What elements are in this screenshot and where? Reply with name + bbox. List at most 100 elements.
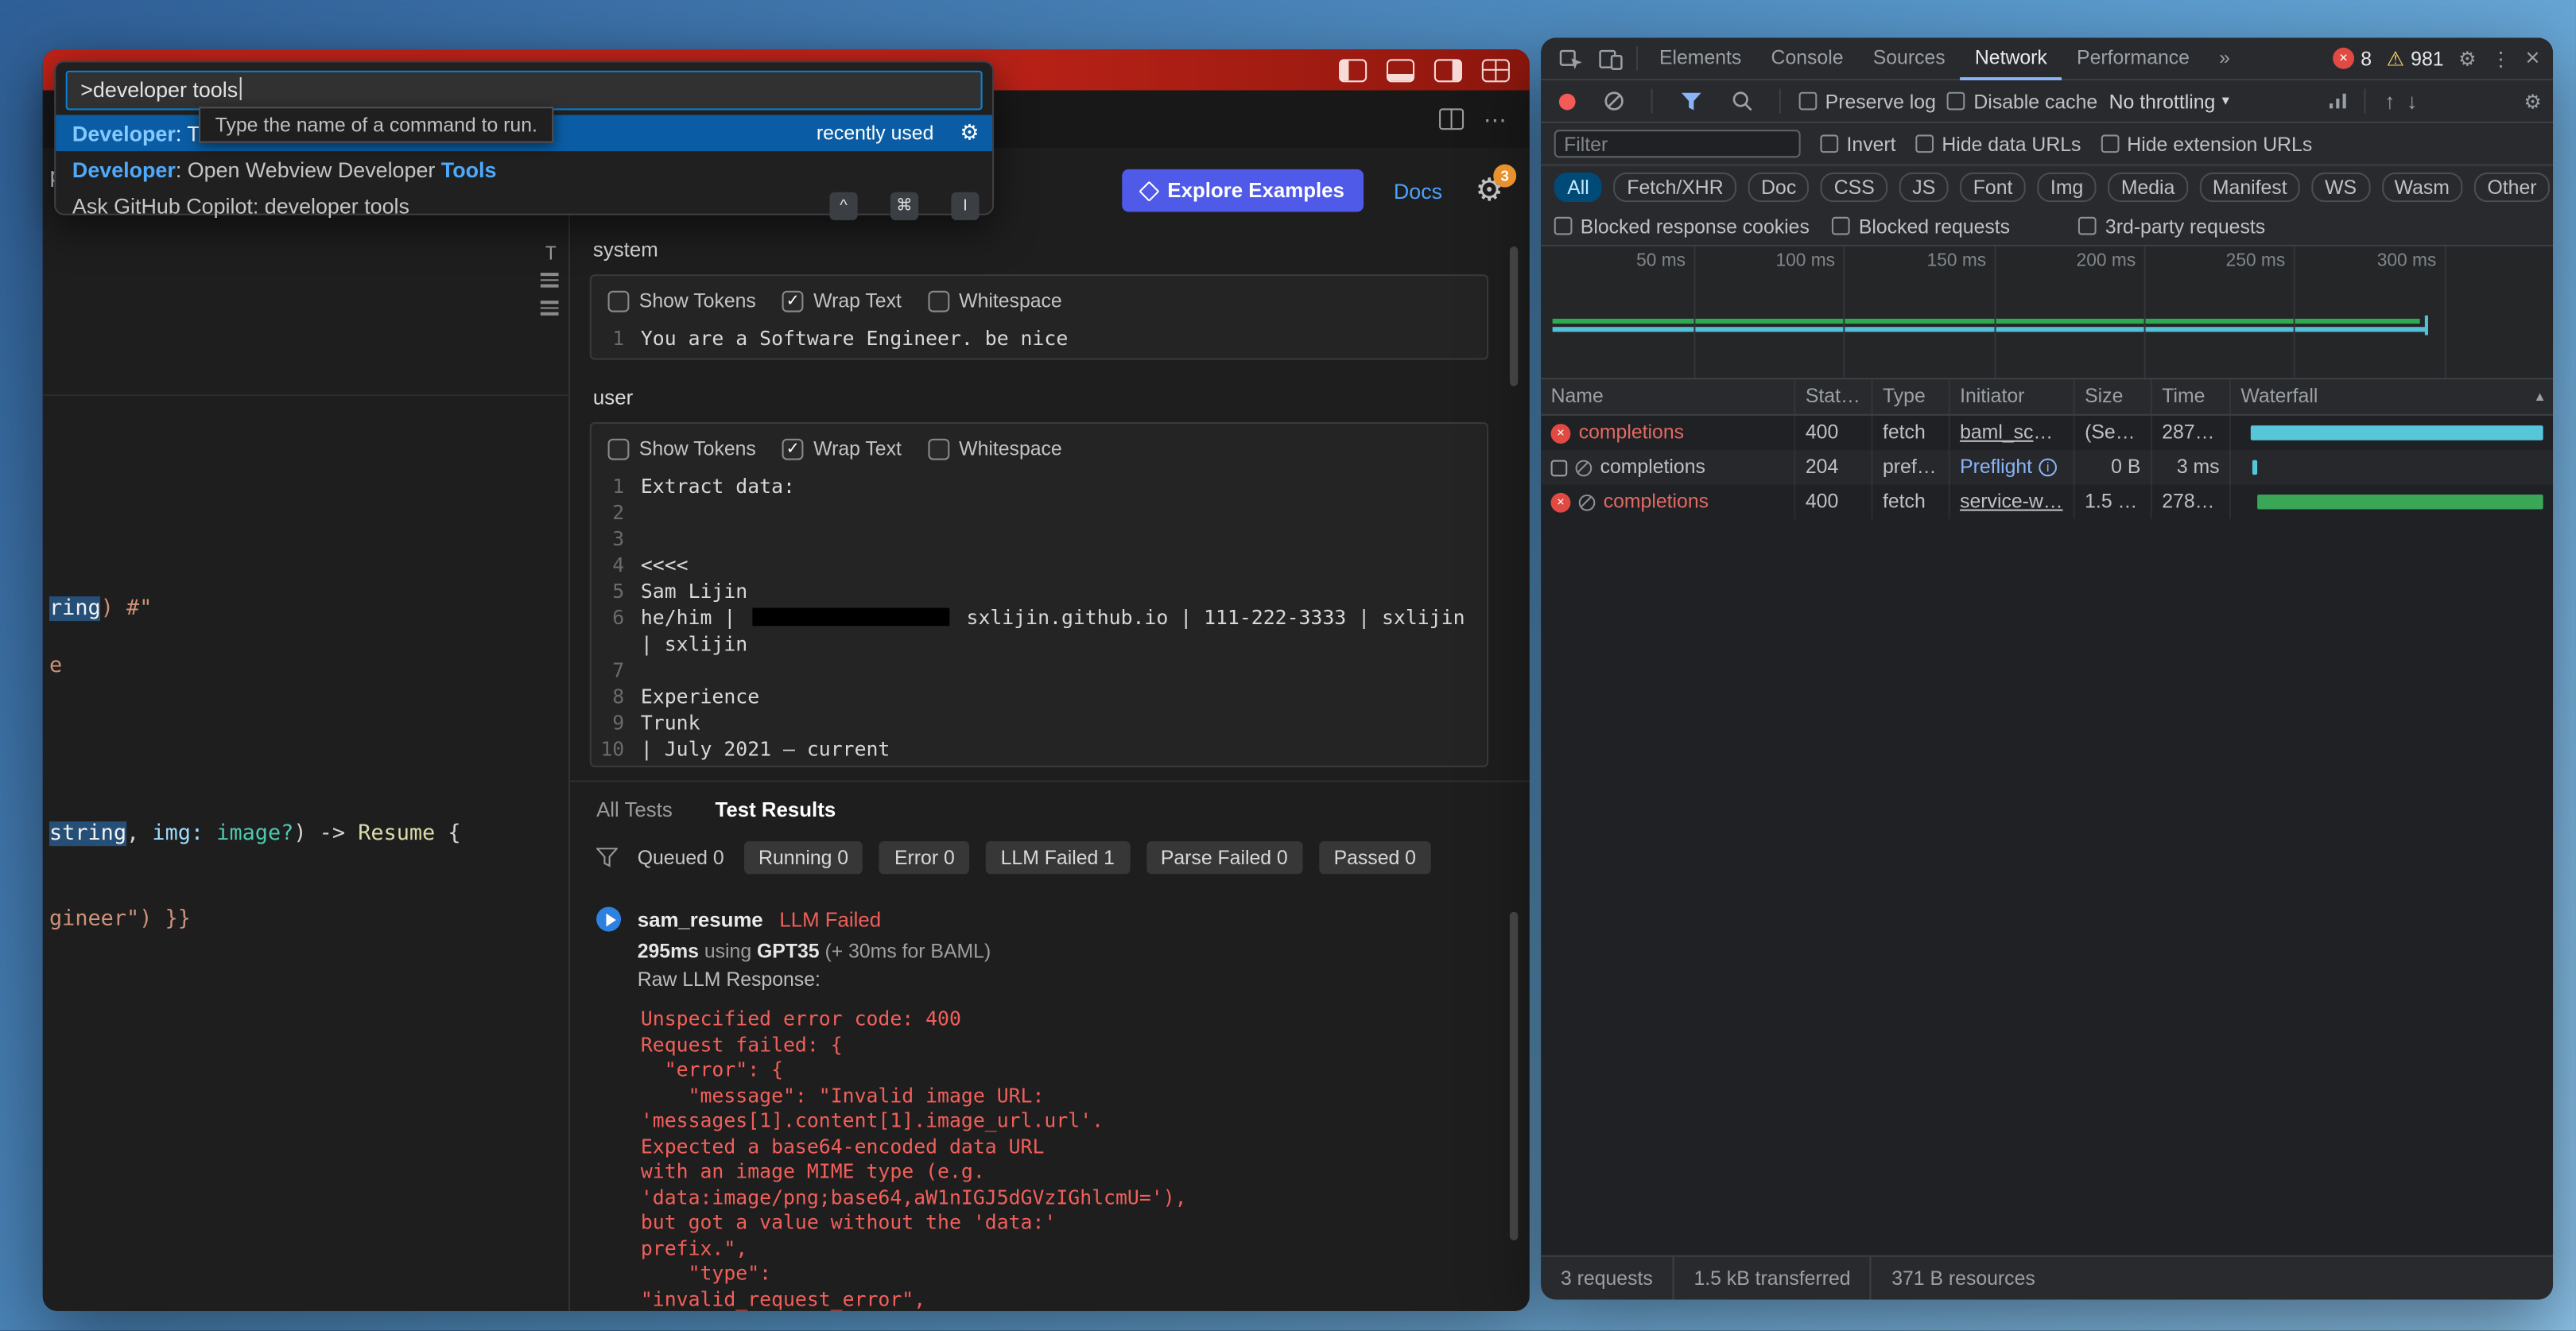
network-request-row[interactable]: completions204prefli…Preflighti0 B3 ms [1541, 450, 2553, 484]
palette-row[interactable]: Developer: Open Webview Developer Tools [56, 151, 992, 187]
type-chip-manifest[interactable]: Manifest [2199, 172, 2300, 201]
split-editor-icon[interactable] [1439, 108, 1464, 130]
code-fragment: e [49, 654, 62, 678]
error-count-badge[interactable]: × 8 [2333, 47, 2372, 70]
inspect-element-icon[interactable] [1551, 41, 1591, 76]
docs-link[interactable]: Docs [1394, 178, 1442, 203]
disable-cache-checkbox[interactable]: Disable cache [1947, 90, 2097, 113]
network-conditions-icon[interactable] [2330, 94, 2347, 109]
tab-test-results[interactable]: Test Results [716, 798, 836, 821]
hide-extension-urls-checkbox[interactable]: Hide extension URLs [2101, 132, 2312, 155]
type-chip-img[interactable]: Img [2037, 172, 2096, 201]
column-header-waterfall[interactable]: Waterfall▲ [2231, 379, 2553, 413]
devtools-close-icon[interactable]: × [2525, 45, 2539, 72]
devtools-tabbar: ElementsConsoleSourcesNetworkPerformance… [1541, 38, 2553, 81]
import-har-icon[interactable]: ↑ [2384, 89, 2395, 114]
toggle-sidebar-right-icon[interactable] [1434, 59, 1462, 82]
devtools-menu-icon[interactable]: ⋮ [2491, 47, 2511, 70]
record-network-log-icon[interactable] [1559, 93, 1576, 110]
code-editor[interactable]: pring) #"estring, img: image?) -> Resume… [43, 148, 570, 1311]
export-har-icon[interactable]: ↓ [2407, 89, 2417, 114]
command-input[interactable]: >developer tools [66, 71, 983, 111]
editor-split-divider[interactable] [43, 394, 568, 396]
notifications-button[interactable]: ⚙ 3 [1475, 172, 1503, 210]
toggle-panel-icon[interactable] [1387, 59, 1414, 82]
type-chip-font[interactable]: Font [1960, 172, 2026, 201]
column-header-initiator[interactable]: Initiator [1950, 379, 2075, 413]
line-number: 2 [592, 499, 624, 526]
warning-count-badge[interactable]: ⚠ 981 [2387, 47, 2444, 70]
toggle-sidebar-left-icon[interactable] [1339, 59, 1367, 82]
column-header-type[interactable]: Type [1873, 379, 1950, 413]
network-filter-input[interactable] [1554, 130, 1801, 157]
column-header-name[interactable]: Name [1541, 379, 1795, 413]
devtools-settings-icon[interactable]: ⚙ [2458, 47, 2476, 70]
code-text: gineer") }} [49, 907, 191, 932]
type-chip-media[interactable]: Media [2108, 172, 2188, 201]
more-tabs-icon[interactable]: » [2205, 38, 2245, 80]
toggle-whitespace[interactable]: Whitespace [928, 437, 1062, 460]
toggle-whitespace[interactable]: Whitespace [928, 289, 1062, 312]
invert-checkbox[interactable]: Invert [1820, 132, 1895, 155]
line-number: 6 [592, 604, 624, 631]
column-header-size[interactable]: Size [2075, 379, 2152, 413]
status-chip[interactable]: Parse Failed 0 [1146, 841, 1302, 874]
devtools-tab-console[interactable]: Console [1756, 38, 1858, 80]
devtools-tab-elements[interactable]: Elements [1644, 38, 1756, 80]
more-actions-icon[interactable]: ⋯ [1484, 111, 1507, 127]
devtools-tab-network[interactable]: Network [1960, 38, 2062, 80]
run-test-button[interactable] [596, 907, 621, 932]
toggle-wrap-text[interactable]: ✓Wrap Text [782, 289, 902, 312]
results-scrollbar[interactable] [1510, 912, 1518, 1240]
throttling-dropdown[interactable]: No throttling▾ [2109, 90, 2229, 113]
type-chip-all[interactable]: All [1554, 172, 1603, 201]
blocked-response-cookies-checkbox[interactable]: Blocked response cookies [1554, 215, 1810, 238]
preserve-log-checkbox[interactable]: Preserve log [1799, 90, 1936, 113]
filter-toggle-icon[interactable] [1670, 83, 1710, 118]
initiator-preflight-link[interactable]: Preflighti [1960, 450, 2063, 484]
search-icon[interactable] [1721, 83, 1761, 118]
error-line: with an image MIME type (e.g. [641, 1160, 1503, 1185]
status-chip[interactable]: Passed 0 [1319, 841, 1431, 874]
initiator-text: Preflight [1960, 450, 2032, 484]
hide-data-urls-checkbox[interactable]: Hide data URLs [1915, 132, 2081, 155]
toggle-wrap-text[interactable]: ✓Wrap Text [782, 437, 902, 460]
request-initiator: Preflighti [1950, 450, 2075, 484]
network-settings-icon[interactable]: ⚙ [2524, 90, 2541, 113]
device-toolbar-icon[interactable] [1590, 41, 1630, 76]
blocked-requests-checkbox[interactable]: Blocked requests [1833, 215, 2010, 238]
type-chip-ws[interactable]: WS [2312, 172, 2370, 201]
palette-row[interactable]: Ask GitHub Copilot: developer tools^⌘I [56, 188, 992, 223]
status-chip[interactable]: Error 0 [879, 841, 969, 874]
customize-layout-icon[interactable] [1482, 59, 1510, 82]
status-chip[interactable]: LLM Failed 1 [986, 841, 1130, 874]
network-overview-timeline[interactable]: 50 ms100 ms150 ms200 ms250 ms300 ms [1541, 246, 2553, 379]
type-chip-wasm[interactable]: Wasm [2381, 172, 2462, 201]
toggle-show-tokens[interactable]: Show Tokens [608, 289, 756, 312]
prompt-scrollbar[interactable] [1510, 246, 1518, 386]
initiator-link[interactable]: baml_sche… [1960, 421, 2075, 444]
type-chip-other[interactable]: Other [2474, 172, 2550, 201]
column-header-time[interactable]: Time [2152, 379, 2231, 413]
3rd-party-requests-checkbox[interactable]: 3rd-party requests [2079, 215, 2265, 238]
initiator-link[interactable]: service-w… [1960, 490, 2062, 513]
filter-icon[interactable] [596, 848, 618, 867]
type-chip-doc[interactable]: Doc [1748, 172, 1810, 201]
toggle-show-tokens[interactable]: Show Tokens [608, 437, 756, 460]
network-request-row[interactable]: ×completions400fetchbaml_sche…(Serv…287 … [1541, 416, 2553, 450]
timing-segment: using [699, 940, 757, 963]
column-header-status[interactable]: Status [1795, 379, 1872, 413]
explore-examples-button[interactable]: Explore Examples [1122, 169, 1364, 212]
type-chip-fetch-xhr[interactable]: Fetch/XHR [1614, 172, 1736, 201]
tab-all-tests[interactable]: All Tests [596, 798, 673, 821]
status-chip[interactable]: Running 0 [743, 841, 863, 874]
clear-network-log-icon[interactable] [1593, 83, 1633, 118]
devtools-tab-performance[interactable]: Performance [2062, 38, 2204, 80]
network-request-row[interactable]: ×completions400fetchservice-w…1.5 kB278 … [1541, 485, 2553, 519]
devtools-tab-sources[interactable]: Sources [1858, 38, 1960, 80]
configure-keybinding-icon[interactable]: ⚙ [960, 120, 979, 146]
request-initiator: baml_sche… [1950, 416, 2075, 450]
type-chip-css[interactable]: CSS [1821, 172, 1887, 201]
type-chip-js[interactable]: JS [1899, 172, 1949, 201]
line-text-segment: You are a Software Engineer. be nice [641, 327, 1068, 350]
